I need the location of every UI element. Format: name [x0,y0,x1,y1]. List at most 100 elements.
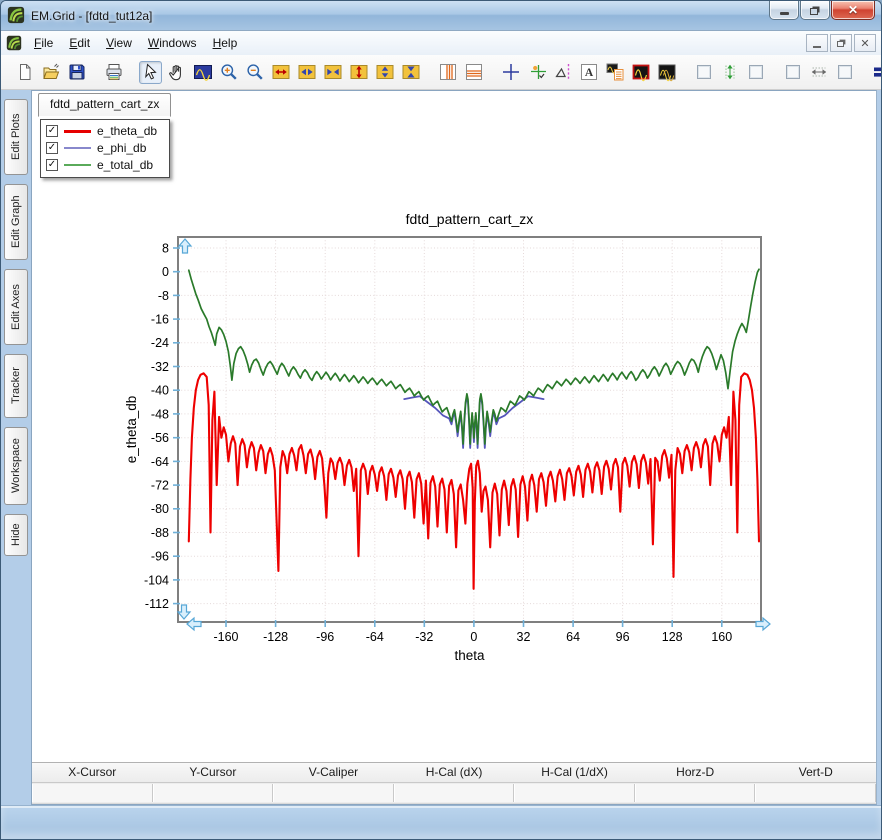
grid-horizontal-icon[interactable] [462,61,485,84]
restore-button[interactable] [800,1,830,20]
svg-text:-32: -32 [151,360,169,374]
expand-h-blue-icon[interactable] [295,61,318,84]
sidebar-button-hide[interactable]: Hide [4,514,28,556]
compress-h-blue-icon[interactable] [321,61,344,84]
readout-value [152,784,274,802]
menu-edit[interactable]: Edit [61,33,98,53]
svg-text:8: 8 [162,241,169,255]
text-label-icon[interactable]: A [577,61,600,84]
sidebar-button-edit-axes[interactable]: Edit Axes [4,269,28,345]
zoom-region-icon[interactable] [191,61,214,84]
legend-checkbox-e_phi_db[interactable]: ✓ [46,142,58,154]
print-icon[interactable] [102,61,125,84]
select-arrow-icon[interactable] [139,60,162,84]
window-bottom-border [1,805,881,839]
readout-header-horz-d: Horz-D [676,765,715,779]
close-button[interactable]: ✕ [831,1,875,20]
plot-client-area: -160 -128 -96 -64 -32 0 32 64 96 128 160 8 0 -8 -16 -24… [31,90,877,805]
menu-file[interactable]: File [26,33,61,53]
expand-v-red-icon[interactable] [347,61,370,84]
chart-canvas[interactable]: -160 -128 -96 -64 -32 0 32 64 96 128 160 8 0 -8 -16 -24… [32,91,877,805]
legend-row-e_theta_db: ✓ e_theta_db [46,124,157,138]
legend-checkbox-e_total_db[interactable]: ✓ [46,159,58,171]
y-axis-label: e_theta_db [124,396,139,464]
crosshair-icon[interactable] [499,61,522,84]
compress-v-blue-icon[interactable] [399,61,422,84]
zoom-in-icon[interactable] [217,61,240,84]
tracker-icon[interactable] [525,61,548,84]
pan-hand-icon[interactable] [165,61,188,84]
restore-icon [810,7,818,15]
cursor-readout-bar: X-Cursor Y-Cursor V-Caliper H-Cal (dX) H-Cal… [32,762,876,804]
legend-checkbox-e_theta_db[interactable]: ✓ [46,125,58,137]
legend-line-sample [64,129,91,133]
svg-text:-88: -88 [151,526,169,540]
svg-text:-48: -48 [151,407,169,421]
readout-header-v-caliper: V-Caliper [308,765,359,779]
expand-v-blue-icon[interactable] [373,61,396,84]
mdi-child-logo-icon [6,34,22,52]
mdi-restore-icon [836,41,844,47]
sidebar: Edit Plots Edit Graph Edit Axes Tracker Work… [1,90,31,805]
svg-text:A: A [584,67,593,79]
app-window: EM.Grid - [fdtd_tut12a] ✕ File Edit View Wi… [0,0,882,840]
svg-text:-72: -72 [151,478,169,492]
checkbox-icon[interactable] [781,61,804,84]
minimize-button[interactable] [769,1,799,20]
sidebar-button-tracker[interactable]: Tracker [4,354,28,418]
scale-h-icon[interactable] [807,61,830,84]
menu-help[interactable]: Help [205,33,246,53]
readout-value [32,784,153,802]
checkbox-icon[interactable] [692,61,715,84]
svg-text:-32: -32 [415,630,433,644]
plot-multi-icon[interactable] [655,61,678,84]
svg-text:128: 128 [662,630,683,644]
svg-text:96: 96 [616,630,630,644]
readout-value [273,784,394,802]
svg-text:-128: -128 [263,630,288,644]
app-logo-icon [7,6,25,24]
close-icon: ✕ [847,3,859,17]
legend-row-e_total_db: ✓ e_total_db [46,158,157,172]
mdi-restore-button[interactable] [830,34,852,52]
svg-text:-104: -104 [144,573,169,587]
legend-row-e_phi_db: ✓ e_phi_db [46,141,157,155]
checkbox-icon[interactable] [833,61,856,84]
tab-fdtd-pattern-cart-zx[interactable]: fdtd_pattern_cart_zx [38,93,172,117]
new-doc-icon[interactable] [13,61,36,84]
svg-text:-96: -96 [151,550,169,564]
svg-text:-24: -24 [151,336,169,350]
svg-text:-112: -112 [145,597,169,611]
expand-h-red-icon[interactable] [269,61,292,84]
grid-vertical-icon[interactable] [436,61,459,84]
mdi-close-button[interactable]: ✕ [854,34,876,52]
svg-text:-40: -40 [151,384,169,398]
scale-v-icon[interactable] [718,61,741,84]
svg-text:0: 0 [470,630,477,644]
zoom-out-icon[interactable] [243,61,266,84]
readout-header-h-cal-1-dx-: H-Cal (1/dX) [541,765,608,779]
menu-view[interactable]: View [98,33,140,53]
svg-text:160: 160 [711,630,732,644]
checkbox-icon[interactable] [744,61,767,84]
readout-value [514,784,635,802]
mdi-minimize-button[interactable] [806,34,828,52]
window-title: EM.Grid - [fdtd_tut12a] [31,8,153,23]
legend-line-sample [64,164,91,166]
sidebar-button-edit-graph[interactable]: Edit Graph [4,184,28,260]
save-icon[interactable] [65,61,88,84]
legend-panel-icon[interactable] [603,61,626,84]
sidebar-button-edit-plots[interactable]: Edit Plots [4,99,28,175]
legend-label: e_theta_db [97,124,158,138]
svg-text:0: 0 [162,265,169,279]
plot-frame-icon[interactable] [629,61,652,84]
x-axis-label: theta [454,648,485,663]
sidebar-button-workspace[interactable]: Workspace [4,427,28,505]
caliper-icon[interactable] [551,61,574,84]
open-folder-icon[interactable] [39,61,62,84]
layout-icon[interactable] [870,61,881,84]
readout-value [634,784,756,802]
readout-header-x-cursor: X-Cursor [68,765,117,779]
menu-windows[interactable]: Windows [140,33,205,53]
readout-value [755,784,876,802]
